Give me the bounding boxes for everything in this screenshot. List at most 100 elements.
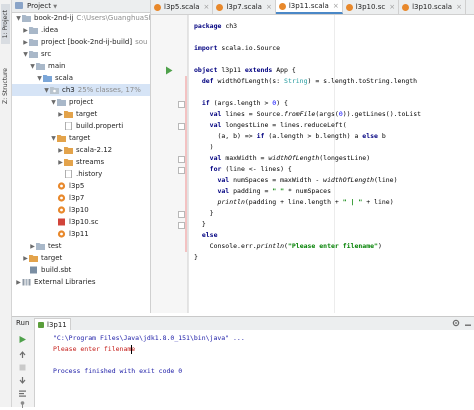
tree-item-label: test [48, 242, 62, 250]
chevron-right-icon[interactable]: ▶ [57, 147, 64, 154]
tree-item[interactable]: l3p10.sc [12, 216, 150, 228]
tree-item[interactable]: ▶ scala-2.12 [12, 144, 150, 156]
tree-item[interactable]: ▼ scala [12, 72, 150, 84]
code-line: } [194, 209, 214, 217]
chevron-down-icon[interactable]: ▼ [36, 75, 43, 82]
chevron-right-icon[interactable]: ▶ [57, 111, 64, 118]
tree-item[interactable]: build.sbt [12, 264, 150, 276]
hide-panel-icon[interactable] [464, 319, 472, 327]
target-folder-icon [29, 254, 38, 262]
chevron-right-icon[interactable]: ▶ [57, 159, 64, 166]
code-line: ) [194, 143, 214, 151]
editor-tab[interactable]: l3p11.scala × [275, 0, 343, 14]
chevron-down-icon[interactable]: ▼ [22, 51, 29, 58]
tree-item[interactable]: l3p5 [12, 180, 150, 192]
editor-tab[interactable]: l3p10.scala × [399, 0, 466, 14]
run-gutter-icon[interactable] [165, 66, 173, 75]
tree-item-label: build.properti [76, 122, 124, 130]
editor-tab-label: l3p11.scala [288, 2, 329, 10]
project-view-dropdown[interactable]: Project ▼ [27, 1, 57, 12]
editor-tab[interactable]: l3p7.scala × [213, 0, 276, 14]
tree-item-label: src [41, 50, 52, 58]
text-caret [131, 345, 132, 354]
fold-marker-icon[interactable] [178, 156, 185, 163]
tree-item-label: target [76, 110, 98, 118]
tree-item-label: target [41, 254, 63, 262]
tree-item-hint: 25% classes, 17% [77, 86, 141, 94]
tree-item[interactable]: ▼ book-2nd-ij C:\Users\GuanghuaShi\ [12, 12, 150, 24]
tree-item[interactable]: l3p11 [12, 228, 150, 240]
tree-item[interactable]: l3p7 [12, 192, 150, 204]
tree-item[interactable]: ▶ target [12, 252, 150, 264]
stop-icon[interactable] [17, 362, 28, 373]
structure-tool-tab[interactable]: Z: Structure [1, 62, 10, 110]
wrap-icon[interactable] [17, 388, 28, 399]
close-icon[interactable]: × [333, 2, 339, 10]
file-icon [64, 170, 73, 178]
rerun-icon[interactable] [17, 334, 28, 345]
tree-item-label: main [48, 62, 66, 70]
fold-marker-icon[interactable] [178, 123, 185, 130]
chevron-right-icon[interactable]: ▶ [22, 27, 29, 34]
tree-item-label: streams [76, 158, 105, 166]
chevron-down-icon[interactable]: ▼ [43, 87, 50, 94]
fold-marker-icon[interactable] [178, 101, 185, 108]
editor-tab[interactable]: l3p5.scala × [151, 0, 214, 14]
tree-item[interactable]: ▼ project [12, 96, 150, 108]
scala-object-icon [216, 3, 224, 11]
code-line: for (line <- lines) { [209, 165, 292, 173]
chevron-down-icon[interactable]: ▼ [50, 99, 57, 106]
tree-item-label: scala-2.12 [76, 146, 113, 154]
chevron-down-icon[interactable]: ▼ [29, 63, 36, 70]
folder-icon [29, 50, 38, 58]
close-icon[interactable]: × [389, 3, 395, 11]
tree-item[interactable]: ▶ test [12, 240, 150, 252]
code-editor[interactable]: package ch3 import scala.io.Source object … [188, 15, 474, 313]
close-icon[interactable]: × [204, 3, 210, 11]
fold-marker-icon[interactable] [178, 211, 185, 218]
tree-item[interactable]: ▶ target [12, 108, 150, 120]
sbt-file-icon [29, 266, 38, 274]
gear-icon[interactable] [452, 319, 460, 327]
fold-marker-icon[interactable] [178, 167, 185, 174]
chevron-right-icon[interactable]: ▶ [22, 39, 29, 46]
close-icon[interactable]: × [456, 3, 462, 11]
pin-icon[interactable] [17, 399, 28, 410]
scala-object-icon [57, 194, 66, 202]
tree-item[interactable]: ▶ project [book-2nd-ij-build] sou [12, 36, 150, 48]
tree-item-label: .history [76, 170, 103, 178]
chevron-right-icon[interactable]: ▶ [29, 243, 36, 250]
tree-item[interactable]: ▼ target [12, 132, 150, 144]
run-console[interactable]: "C:\Program Files\Java\jdk1.8.0_151\bin\… [35, 330, 474, 407]
editor-left-border [188, 15, 189, 313]
close-icon[interactable]: × [266, 3, 272, 11]
tree-item[interactable]: build.properti [12, 120, 150, 132]
tree-item[interactable]: ▼ ch3 25% classes, 17% [12, 84, 150, 96]
tree-item[interactable]: l3p10 [12, 204, 150, 216]
tree-item[interactable]: ▶ streams [12, 156, 150, 168]
chevron-down-icon[interactable]: ▼ [15, 15, 22, 22]
tree-item[interactable]: ▶ External Libraries [12, 276, 150, 288]
scala-object-icon [57, 230, 66, 238]
fold-marker-icon[interactable] [178, 222, 185, 229]
tree-item-hint: C:\Users\GuanghuaShi\ [76, 14, 151, 22]
tree-item[interactable]: ▼ main [12, 60, 150, 72]
scala-object-icon [154, 3, 161, 11]
target-folder-icon [64, 158, 73, 166]
chevron-down-icon[interactable]: ▼ [50, 135, 57, 142]
chevron-right-icon[interactable]: ▶ [22, 255, 29, 262]
project-tool-tab[interactable]: 1: Project [1, 4, 10, 44]
arrow-down-icon[interactable] [17, 375, 28, 386]
tree-item[interactable]: .history [12, 168, 150, 180]
chevron-right-icon[interactable]: ▶ [15, 279, 22, 286]
structure-tool-tab-label: Z: Structure [2, 68, 9, 104]
editor-tab-label: l3p7.scala [226, 3, 262, 11]
editor-gutter [151, 15, 188, 313]
arrow-up-icon[interactable] [17, 349, 28, 360]
code-line: else [201, 231, 218, 239]
tree-item[interactable]: ▶ .idea [12, 24, 150, 36]
tree-item-label: book-2nd-ij [34, 14, 74, 22]
code-line: def widthOfLength(s: String) = s.length.… [201, 77, 418, 85]
tree-item[interactable]: ▼ src [12, 48, 150, 60]
editor-tab[interactable]: l3p10.sc × [343, 0, 400, 14]
